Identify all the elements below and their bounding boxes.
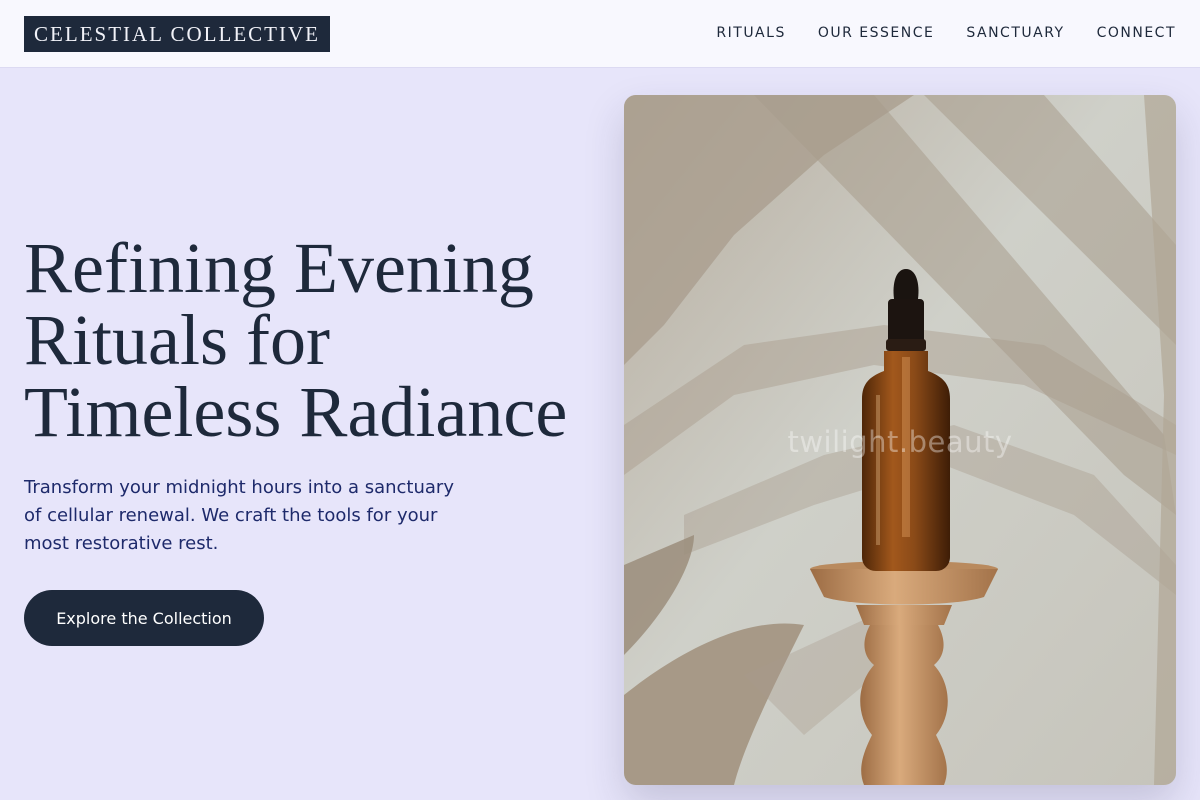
hero-title-line: Refining Evening — [24, 228, 534, 308]
nav-link-our-essence[interactable]: OUR ESSENCE — [818, 25, 935, 41]
explore-collection-button[interactable]: Explore the Collection — [24, 590, 264, 646]
brand-logo[interactable]: CELESTIAL COLLECTIVE — [24, 16, 330, 52]
image-watermark: twilight.beauty — [787, 425, 1013, 459]
hero-title-line: Rituals for — [24, 300, 330, 380]
main-nav: RITUALS OUR ESSENCE SANCTUARY CONNECT — [716, 0, 1176, 66]
hero-title: Refining Evening Rituals for Timeless Ra… — [24, 232, 604, 448]
site-header: CELESTIAL COLLECTIVE RITUALS OUR ESSENCE… — [0, 0, 1200, 68]
hero-title-line: Timeless Radiance — [24, 372, 568, 452]
nav-link-connect[interactable]: CONNECT — [1097, 25, 1176, 41]
nav-link-sanctuary[interactable]: SANCTUARY — [966, 25, 1064, 41]
hero-product-image: twilight.beauty — [624, 95, 1176, 785]
hero-subtitle: Transform your midnight hours into a san… — [24, 477, 454, 554]
nav-link-rituals[interactable]: RITUALS — [716, 25, 785, 41]
